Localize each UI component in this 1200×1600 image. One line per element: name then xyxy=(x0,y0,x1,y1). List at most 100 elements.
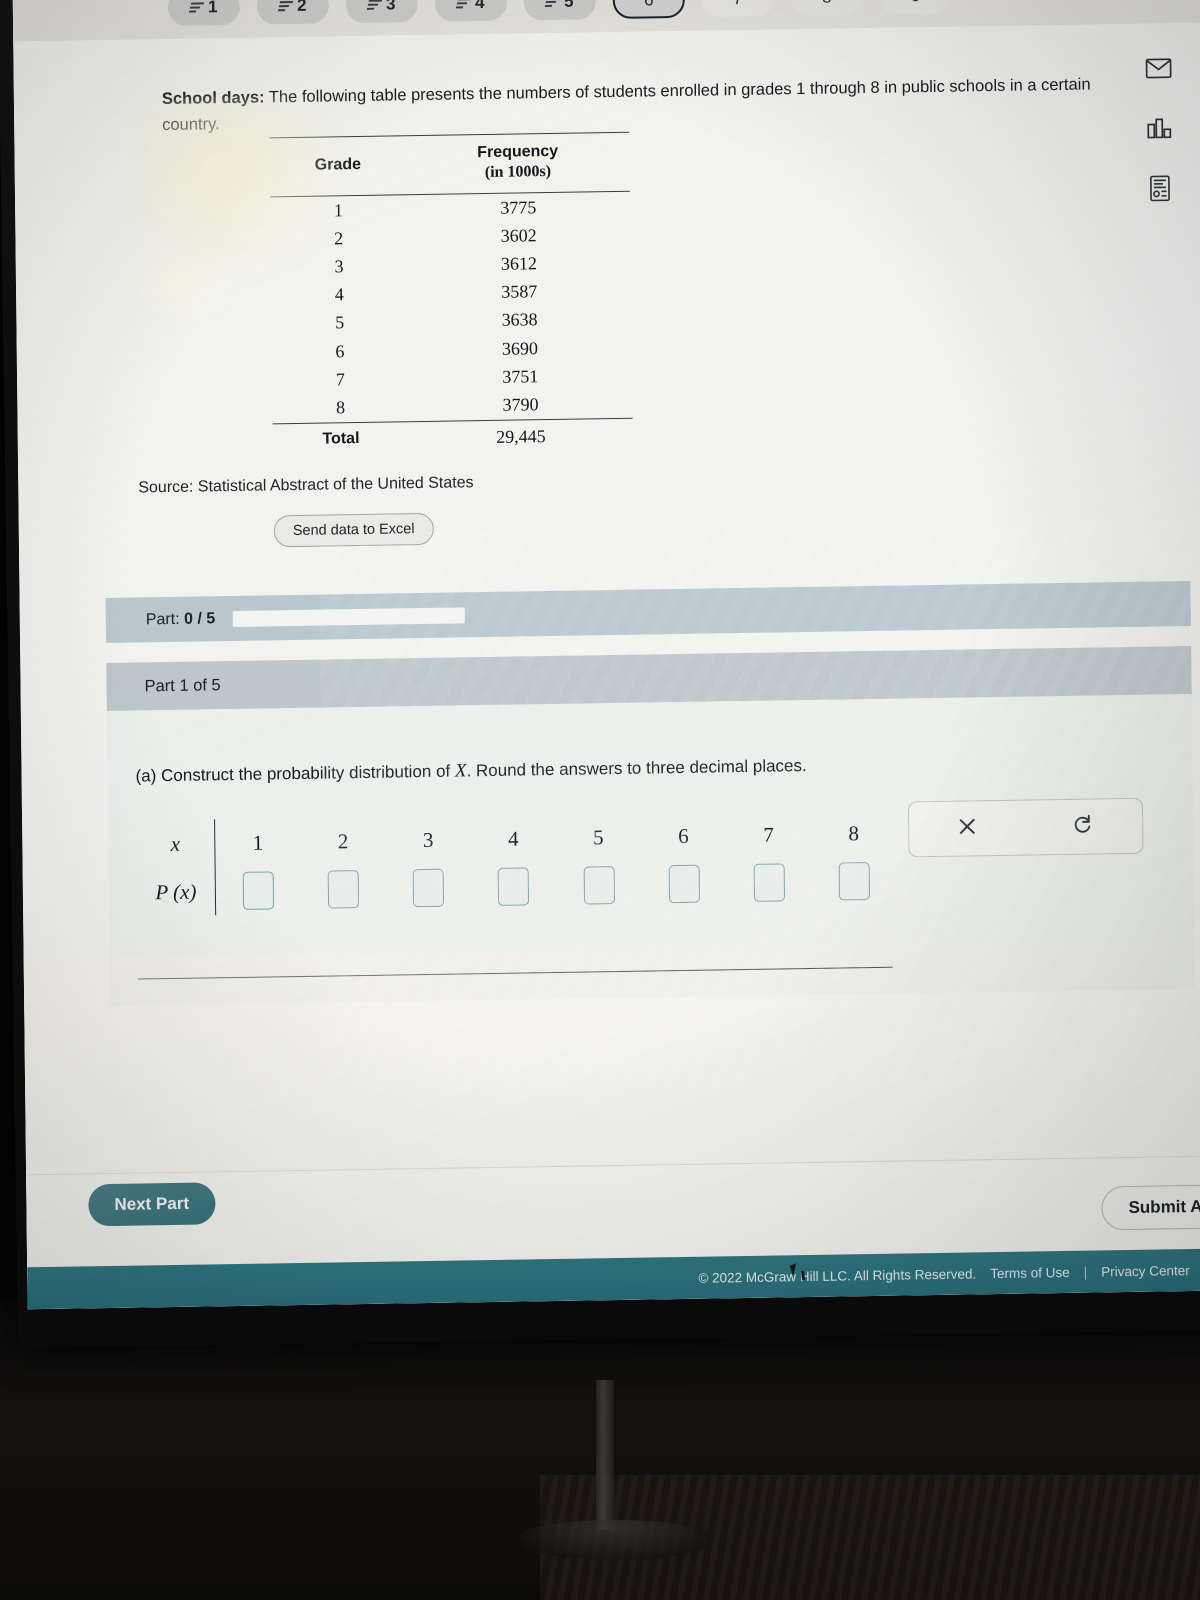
pd-x-value: 1 xyxy=(252,830,264,855)
probability-input-6[interactable] xyxy=(668,864,700,904)
pd-x-cell: 2 xyxy=(300,828,385,854)
question-tab-4[interactable]: 4 xyxy=(434,0,508,22)
pd-x-cell: 8 xyxy=(811,820,896,846)
question-tab-8[interactable]: 8 xyxy=(790,0,863,17)
bar-chart-icon[interactable] xyxy=(1144,113,1174,143)
pd-x-cell: 7 xyxy=(726,821,811,847)
question-tab-1[interactable]: 1 xyxy=(167,0,241,26)
frequency-table: Grade Frequency (in 1000s) 1 3775 2 3602… xyxy=(269,132,633,455)
probability-input-2[interactable] xyxy=(327,870,360,909)
grade-cell: 3 xyxy=(334,256,344,277)
question-tab-label: 1 xyxy=(208,0,218,17)
question-tab-label: 6 xyxy=(644,0,654,10)
probability-distribution-table: x 1 2 3 4 5 6 7 8 P (x) xyxy=(136,809,897,980)
undo-icon[interactable] xyxy=(1071,812,1095,841)
grade-cell: 2 xyxy=(334,228,344,249)
part-header-label: Part 1 of 5 xyxy=(144,675,221,695)
prompt-title: School days: xyxy=(161,88,265,109)
answer-tool-panel xyxy=(907,797,1144,858)
question-tab-7[interactable]: 7 xyxy=(701,0,774,18)
question-tab-label: 2 xyxy=(296,0,307,15)
frequency-cell: 3790 xyxy=(502,394,539,415)
monitor-screen: 1 2 3 4 5 6 xyxy=(12,0,1200,1310)
pd-x-value: 7 xyxy=(763,822,774,847)
table-total-row: Total 29,445 xyxy=(272,417,633,455)
question-tab-6[interactable]: 6 xyxy=(612,0,686,19)
question-tab-label: 4 xyxy=(474,0,485,13)
pd-x-value: 3 xyxy=(422,827,434,852)
part-score-bar: Part: 0 / 5 xyxy=(105,580,1191,643)
reference-sheet-icon[interactable] xyxy=(1145,173,1175,203)
pd-x-cell: 1 xyxy=(215,829,300,855)
pd-x-value: 2 xyxy=(337,828,349,853)
probability-input-8[interactable] xyxy=(838,862,870,901)
question-a-text: (a) Construct the probability distributi… xyxy=(135,751,1035,787)
question-tab-5[interactable]: 5 xyxy=(523,0,597,21)
frequency-cell: 3612 xyxy=(500,253,538,274)
part-score-label: Part: xyxy=(145,610,180,628)
question-tab-label: 8 xyxy=(822,0,832,8)
privacy-center-link[interactable]: Privacy Center xyxy=(1101,1263,1190,1279)
frequency-cell: 3638 xyxy=(501,309,538,331)
close-x-icon[interactable] xyxy=(956,815,978,842)
question-tab-rail: 1 2 3 4 5 6 xyxy=(12,0,1200,42)
probability-input-4[interactable] xyxy=(498,867,530,906)
grade-cell: 7 xyxy=(335,368,345,390)
send-data-to-excel-button[interactable]: Send data to Excel xyxy=(273,512,434,548)
frequency-cell: 3602 xyxy=(500,224,537,246)
completed-lines-icon xyxy=(455,0,472,9)
completed-lines-icon xyxy=(188,1,205,14)
question-tab-label: 3 xyxy=(385,0,396,14)
pd-x-value: 5 xyxy=(592,824,604,849)
pd-x-value: 8 xyxy=(848,820,860,845)
probability-input-1[interactable] xyxy=(242,871,275,910)
pd-row-label-x: x xyxy=(170,831,181,856)
frequency-cell: 3775 xyxy=(500,196,537,218)
submit-assignment-button[interactable]: Submit A xyxy=(1101,1184,1200,1231)
monitor-stand-base xyxy=(520,1520,710,1560)
total-value: 29,445 xyxy=(496,425,546,447)
question-tab-9[interactable]: 9 xyxy=(879,0,952,15)
question-tab-label: 9 xyxy=(911,0,921,6)
grade-cell: 6 xyxy=(335,340,345,361)
pd-horizontal-rule xyxy=(137,966,893,980)
prompt-body: The following table presents the numbers… xyxy=(162,75,1091,134)
column-header-frequency-line2: (in 1000s) xyxy=(484,162,552,181)
question-a-prefix: (a) Construct the probability distributi… xyxy=(135,761,456,786)
pd-x-cell: 3 xyxy=(385,827,470,853)
frequency-cell: 3751 xyxy=(502,365,539,387)
source-citation: Source: Statistical Abstract of the Unit… xyxy=(138,474,474,497)
column-header-grade: Grade xyxy=(314,155,362,174)
question-tab-3[interactable]: 3 xyxy=(345,0,419,24)
part-score-text: Part: 0 / 5 xyxy=(146,610,216,629)
utility-rail: Español xyxy=(1114,0,1200,222)
pd-x-cell: 5 xyxy=(556,824,641,850)
next-part-button[interactable]: Next Part xyxy=(88,1182,216,1227)
probability-input-3[interactable] xyxy=(412,868,445,908)
frequency-cell: 3587 xyxy=(501,281,538,302)
pd-x-value: 6 xyxy=(678,823,689,848)
pd-x-cell: 4 xyxy=(471,825,556,851)
question-tab-2[interactable]: 2 xyxy=(256,0,330,25)
column-header-frequency: Frequency (in 1000s) xyxy=(406,132,630,195)
grade-cell: 4 xyxy=(334,284,344,305)
question-tab-label: 7 xyxy=(733,0,743,9)
frequency-cell: 3690 xyxy=(501,337,539,359)
probability-input-7[interactable] xyxy=(753,863,785,902)
grade-cell: 5 xyxy=(335,312,345,333)
grade-cell: 1 xyxy=(333,199,343,220)
probability-input-5[interactable] xyxy=(583,866,615,905)
completed-lines-icon xyxy=(277,0,294,12)
monitor-stand xyxy=(596,1380,614,1530)
total-label: Total xyxy=(322,429,360,448)
mail-icon[interactable] xyxy=(1143,53,1173,83)
question-a-suffix: . Round the answers to three decimal pla… xyxy=(466,756,807,781)
pd-x-cell: 6 xyxy=(641,823,726,849)
random-variable-x: X xyxy=(454,760,467,782)
photo-scene: 1 2 3 4 5 6 xyxy=(0,0,1200,1600)
screen-glare-secondary xyxy=(110,225,242,338)
part-score-value: 0 / 5 xyxy=(183,609,216,628)
pd-x-value: 4 xyxy=(507,826,519,851)
question-tab-label: 5 xyxy=(563,0,574,11)
terms-of-use-link[interactable]: Terms of Use xyxy=(990,1264,1070,1280)
